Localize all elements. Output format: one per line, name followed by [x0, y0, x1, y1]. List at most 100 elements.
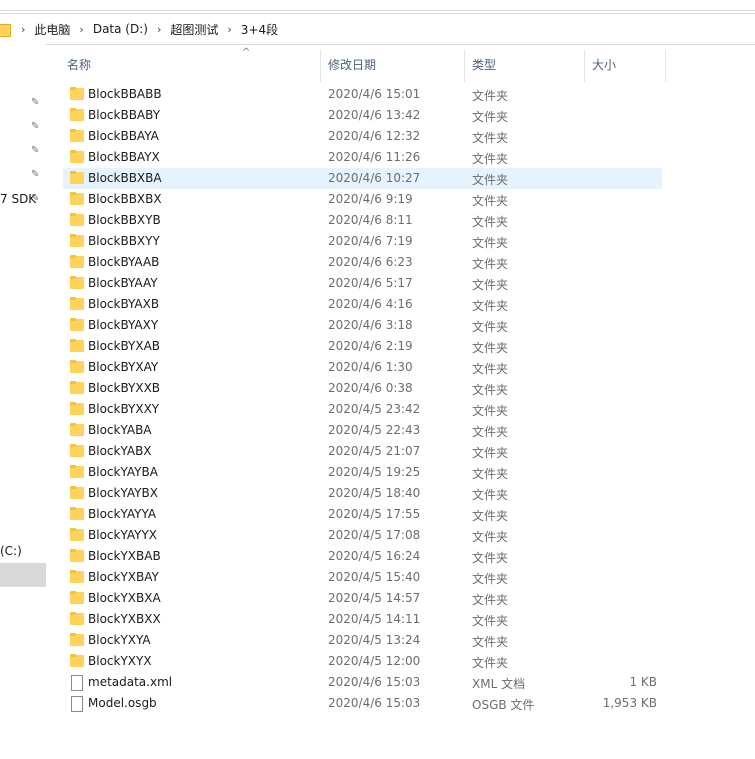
file-date: 2020/4/5 14:57 — [328, 591, 421, 605]
column-date-header[interactable]: 修改日期 — [328, 56, 376, 73]
file-date: 2020/4/6 7:19 — [328, 234, 413, 248]
column-divider[interactable] — [584, 50, 585, 82]
file-row[interactable]: Model.osgb 2020/4/6 15:03 OSGB 文件 1,953 KB — [63, 693, 662, 714]
column-divider[interactable] — [320, 50, 321, 82]
file-date: 2020/4/6 4:16 — [328, 297, 413, 311]
file-icon — [70, 675, 84, 691]
file-row[interactable]: BlockBYXXY 2020/4/5 23:42 文件夹 — [63, 399, 662, 420]
file-name: BlockBBXBA — [88, 171, 162, 185]
folder-icon — [70, 192, 84, 206]
file-row[interactable]: BlockBBABY 2020/4/6 13:42 文件夹 — [63, 105, 662, 126]
file-row[interactable]: BlockYXBXA 2020/4/5 14:57 文件夹 — [63, 588, 662, 609]
file-name: Model.osgb — [88, 696, 157, 710]
file-date: 2020/4/6 15:03 — [328, 696, 421, 710]
file-row[interactable]: BlockYABX 2020/4/5 21:07 文件夹 — [63, 441, 662, 462]
file-name: BlockBBAYX — [88, 150, 160, 164]
file-row[interactable]: BlockBYAAY 2020/4/6 5:17 文件夹 — [63, 273, 662, 294]
folder-icon — [70, 444, 84, 458]
column-divider[interactable] — [464, 50, 465, 82]
file-date: 2020/4/5 19:25 — [328, 465, 421, 479]
folder-icon — [70, 591, 84, 605]
file-row[interactable]: BlockBYAXB 2020/4/6 4:16 文件夹 — [63, 294, 662, 315]
folder-icon — [70, 570, 84, 584]
breadcrumb-drive[interactable]: Data (D:) — [93, 22, 148, 36]
breadcrumb-folder[interactable]: 超图测试 — [170, 21, 218, 38]
file-row[interactable]: BlockBBXYB 2020/4/6 8:11 文件夹 — [63, 210, 662, 231]
folder-icon — [70, 612, 84, 626]
file-name: BlockBYXAY — [88, 360, 159, 374]
folder-icon — [70, 339, 84, 353]
file-date: 2020/4/5 18:40 — [328, 486, 421, 500]
file-name: BlockYXBAB — [88, 549, 161, 563]
file-type: XML 文档 — [472, 677, 526, 691]
file-row[interactable]: BlockBYXXB 2020/4/6 0:38 文件夹 — [63, 378, 662, 399]
file-row[interactable]: BlockBBAYA 2020/4/6 12:32 文件夹 — [63, 126, 662, 147]
pin-icon[interactable]: ✎ — [31, 121, 42, 132]
column-size-header[interactable]: 大小 — [592, 56, 616, 73]
file-row[interactable]: BlockBYXAY 2020/4/6 1:30 文件夹 — [63, 357, 662, 378]
file-row[interactable]: BlockYAYBA 2020/4/5 19:25 文件夹 — [63, 462, 662, 483]
file-row[interactable]: BlockBYAXY 2020/4/6 3:18 文件夹 — [63, 315, 662, 336]
file-type: 文件夹 — [472, 509, 509, 523]
folder-icon — [0, 23, 12, 37]
file-date: 2020/4/6 12:32 — [328, 129, 421, 143]
nav-item-selected[interactable] — [0, 563, 46, 587]
file-row[interactable]: BlockYAYYA 2020/4/5 17:55 文件夹 — [63, 504, 662, 525]
file-row[interactable]: BlockYAYBX 2020/4/5 18:40 文件夹 — [63, 483, 662, 504]
file-date: 2020/4/6 0:38 — [328, 381, 413, 395]
file-date: 2020/4/6 2:19 — [328, 339, 413, 353]
file-name: BlockBBAYA — [88, 129, 159, 143]
file-name: BlockYXYA — [88, 633, 151, 647]
file-size: 1 KB — [629, 675, 657, 689]
pin-icon[interactable]: ✎ — [31, 193, 42, 204]
file-name: BlockBBABY — [88, 108, 161, 122]
file-date: 2020/4/5 23:42 — [328, 402, 421, 416]
file-row[interactable]: BlockYABA 2020/4/5 22:43 文件夹 — [63, 420, 662, 441]
file-date: 2020/4/6 15:01 — [328, 87, 421, 101]
file-date: 2020/4/6 11:26 — [328, 150, 421, 164]
file-row[interactable]: BlockYXYA 2020/4/5 13:24 文件夹 — [63, 630, 662, 651]
file-name: BlockYXBXX — [88, 612, 161, 626]
file-name: BlockBYXXB — [88, 381, 161, 395]
file-row[interactable]: BlockBBXBX 2020/4/6 9:19 文件夹 — [63, 189, 662, 210]
file-date: 2020/4/6 9:19 — [328, 192, 413, 206]
file-date: 2020/4/6 1:30 — [328, 360, 413, 374]
file-name: BlockYAYBA — [88, 465, 158, 479]
pin-icon[interactable]: ✎ — [31, 145, 42, 156]
file-row[interactable]: BlockBYAAB 2020/4/6 6:23 文件夹 — [63, 252, 662, 273]
file-date: 2020/4/5 17:55 — [328, 507, 421, 521]
navigation-pane: ✎ ✎ ✎ ✎ 7 SDK ✎ (C:) — [0, 44, 46, 759]
file-type: 文件夹 — [472, 635, 509, 649]
file-row[interactable]: BlockBBXYY 2020/4/6 7:19 文件夹 — [63, 231, 662, 252]
file-name: BlockBBXBX — [88, 192, 162, 206]
column-divider[interactable] — [665, 50, 666, 82]
file-row[interactable]: metadata.xml 2020/4/6 15:03 XML 文档 1 KB — [63, 672, 662, 693]
file-name: BlockYAYBX — [88, 486, 158, 500]
folder-icon — [70, 108, 84, 122]
breadcrumb-this-pc[interactable]: 此电脑 — [34, 21, 70, 38]
file-date: 2020/4/6 10:27 — [328, 171, 421, 185]
file-row[interactable]: BlockBBABB 2020/4/6 15:01 文件夹 — [63, 84, 662, 105]
chevron-right-icon[interactable]: › — [227, 23, 231, 36]
pin-icon[interactable]: ✎ — [31, 97, 42, 108]
breadcrumb-current[interactable]: 3+4段 — [241, 21, 278, 38]
address-bar[interactable]: › 此电脑 › Data (D:) › 超图测试 › 3+4段 — [0, 13, 755, 45]
file-row[interactable]: BlockBBXBA 2020/4/6 10:27 文件夹 — [63, 168, 662, 189]
file-row[interactable]: BlockBBAYX 2020/4/6 11:26 文件夹 — [63, 147, 662, 168]
file-date: 2020/4/5 13:24 — [328, 633, 421, 647]
file-row[interactable]: BlockYXYX 2020/4/5 12:00 文件夹 — [63, 651, 662, 672]
folder-icon — [70, 381, 84, 395]
file-row[interactable]: BlockYXBAB 2020/4/5 16:24 文件夹 — [63, 546, 662, 567]
file-type: 文件夹 — [472, 614, 509, 628]
file-row[interactable]: BlockYXBAY 2020/4/5 15:40 文件夹 — [63, 567, 662, 588]
chevron-right-icon[interactable]: › — [157, 23, 161, 36]
file-date: 2020/4/5 12:00 — [328, 654, 421, 668]
pin-icon[interactable]: ✎ — [31, 169, 42, 180]
file-row[interactable]: BlockYAYYX 2020/4/5 17:08 文件夹 — [63, 525, 662, 546]
column-name-header[interactable]: 名称 — [67, 56, 91, 73]
file-row[interactable]: BlockBYXAB 2020/4/6 2:19 文件夹 — [63, 336, 662, 357]
chevron-right-icon[interactable]: › — [79, 23, 83, 36]
column-type-header[interactable]: 类型 — [472, 56, 496, 73]
file-row[interactable]: BlockYXBXX 2020/4/5 14:11 文件夹 — [63, 609, 662, 630]
nav-item-drive-c[interactable]: (C:) — [0, 544, 22, 558]
